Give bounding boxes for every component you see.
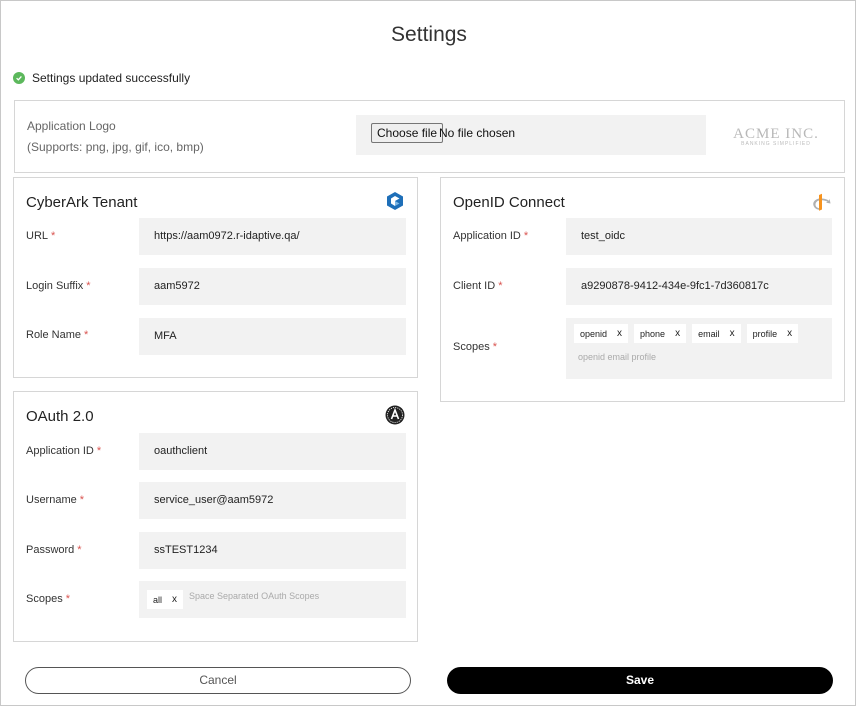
client-id-input[interactable]: a9290878-9412-434e-9fc1-7d360817c [566,268,832,305]
required-mark: * [96,445,102,457]
logo-file-input[interactable]: Choose file No file chosen [356,115,706,155]
brand-logo-preview: ACME INC. BANKING SIMPLIFIED [721,123,831,147]
role-name-input[interactable]: MFA [139,318,406,355]
cancel-button[interactable]: Cancel [25,667,411,694]
scope-chip-label: profile [752,328,778,339]
page-title: Settings [391,23,467,46]
required-mark: * [65,593,70,605]
openid-logo-icon [811,192,831,212]
url-label: URL [26,230,49,242]
oauth-panel: OAuth 2.0 Application ID * oauthclient Us… [13,391,418,642]
scope-chip-label: phone [640,328,666,339]
cyberark-title: CyberArk Tenant [26,194,138,211]
required-mark: * [51,230,56,242]
application-logo-panel: Application Logo (Supports: png, jpg, gi… [14,100,845,173]
remove-chip-icon[interactable]: x [172,594,177,605]
oauth-scopes-input[interactable]: all x Space Separated OAuth Scopes [139,581,406,618]
check-circle-icon [13,72,25,84]
password-label: Password [26,544,75,556]
scope-chip-email: email x [692,324,741,343]
application-logo-label: Application Logo [27,119,116,133]
required-mark: * [79,494,85,506]
login-suffix-input[interactable]: aam5972 [139,268,406,305]
choose-file-button[interactable]: Choose file [371,123,444,143]
remove-chip-icon[interactable]: x [617,328,622,339]
username-label: Username [26,494,77,506]
scope-chip-profile: profile x [746,324,799,343]
oidc-app-id-input[interactable]: test_oidc [566,218,832,255]
remove-chip-icon[interactable]: x [675,328,680,339]
success-toast: Settings updated successfully [13,71,190,85]
openid-title: OpenID Connect [453,194,565,211]
login-suffix-label: Login Suffix [26,280,84,292]
scope-chip-list: openid x phone x email x profile x [574,324,824,343]
settings-dialog: Settings Settings updated successfully A… [0,0,856,706]
oauth-app-id-input[interactable]: oauthclient [139,433,406,470]
remove-chip-icon[interactable]: x [787,328,792,339]
oauth-title: OAuth 2.0 [26,408,94,425]
cyberark-tenant-panel: CyberArk Tenant URL * https://aam0972.r-i… [13,177,418,378]
oidc-scopes-input[interactable]: openid x phone x email x profile x openi… [566,318,832,379]
scope-chip-openid: openid x [574,324,629,343]
scope-chip-label: email [698,328,720,339]
required-mark: * [84,329,89,341]
brand-tagline: BANKING SIMPLIFIED [741,141,811,147]
required-mark: * [523,230,529,242]
role-name-label: Role Name [26,329,82,341]
required-mark: * [492,341,497,353]
required-mark: * [77,544,82,556]
oauth-scopes-label: Scopes [26,593,63,605]
required-mark: * [86,280,91,292]
oauth-scopes-placeholder: Space Separated OAuth Scopes [189,590,320,601]
oauth-app-id-label: Application ID [26,445,94,457]
client-id-label: Client ID [453,280,496,292]
file-status: No file chosen [439,126,516,140]
scope-chip-label: openid [580,328,608,339]
scope-chip-label: all [153,594,163,605]
username-input[interactable]: service_user@aam5972 [139,482,406,519]
scope-chip: all x [147,590,184,609]
application-logo-supports: (Supports: png, jpg, gif, ico, bmp) [27,140,204,154]
oauth-logo-icon [385,405,405,425]
save-button[interactable]: Save [447,667,833,694]
required-mark: * [498,280,503,292]
oidc-scopes-label: Scopes [453,341,490,353]
toast-message: Settings updated successfully [32,71,191,85]
oidc-scopes-placeholder: openid email profile [578,352,657,362]
remove-chip-icon[interactable]: x [730,328,735,339]
openid-connect-panel: OpenID Connect Application ID * test_oidc… [440,177,845,402]
scope-chip-phone: phone x [634,324,687,343]
cyberark-logo-icon [385,191,405,211]
oidc-app-id-label: Application ID [453,230,521,242]
url-input[interactable]: https://aam0972.r-idaptive.qa/ [139,218,406,255]
password-input[interactable]: ssTEST1234 [139,532,406,569]
